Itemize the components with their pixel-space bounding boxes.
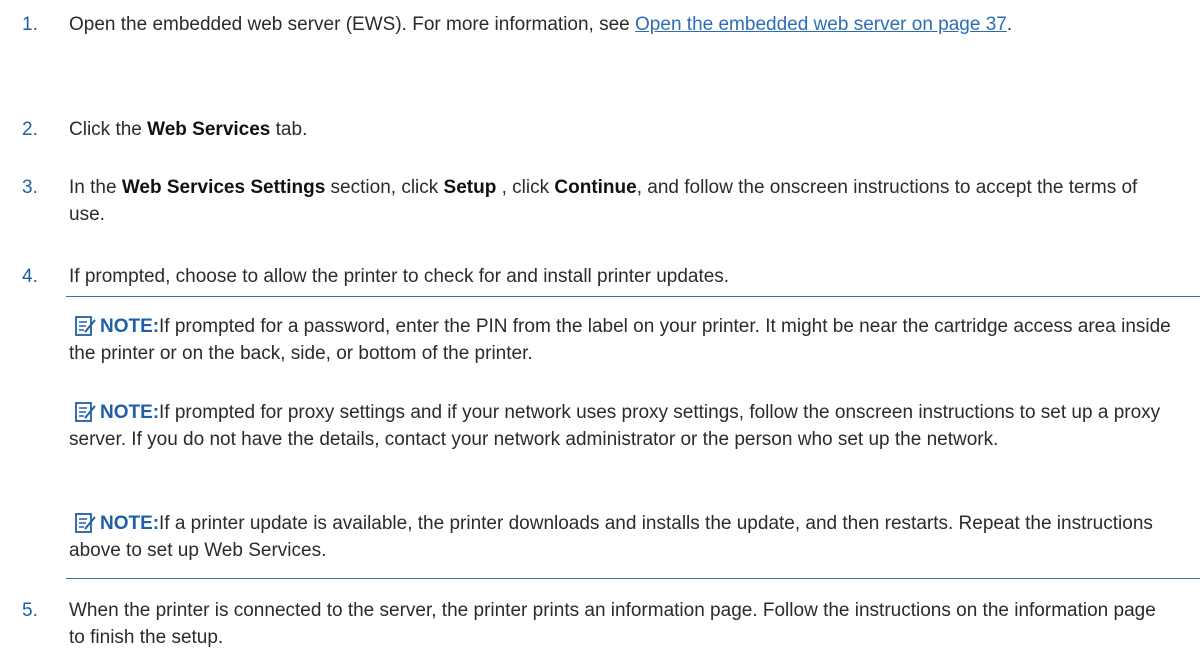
step-number: 5. bbox=[22, 600, 38, 621]
note-text: If prompted for proxy settings and if yo… bbox=[69, 402, 1161, 450]
step-number: 2. bbox=[22, 119, 38, 140]
ui-term-continue: Continue bbox=[554, 177, 637, 198]
note-text: If a printer update is available, the pr… bbox=[69, 513, 1153, 561]
ui-term-web-services: Web Services bbox=[147, 119, 271, 140]
step-text: In the Web Services Settings section, cl… bbox=[69, 177, 1138, 225]
note-top-rule bbox=[66, 296, 1200, 297]
ui-term-setup: Setup bbox=[443, 177, 497, 198]
note-text: If prompted for a password, enter the PI… bbox=[69, 316, 1171, 364]
step-number: 4. bbox=[22, 266, 38, 287]
note-bottom-rule bbox=[66, 578, 1200, 579]
step-text: Open the embedded web server (EWS). For … bbox=[69, 14, 1013, 35]
step-number: 1. bbox=[22, 14, 38, 35]
step-number: 3. bbox=[22, 177, 38, 198]
step-text: When the printer is connected to the ser… bbox=[69, 600, 1156, 648]
cross-reference-link[interactable]: Open the embedded web server on page 37 bbox=[635, 14, 1007, 35]
ui-term-web-services-settings: Web Services Settings bbox=[121, 177, 326, 198]
step-text: Click the Web Services tab. bbox=[69, 119, 308, 140]
step-text: If prompted, choose to allow the printer… bbox=[69, 266, 730, 287]
